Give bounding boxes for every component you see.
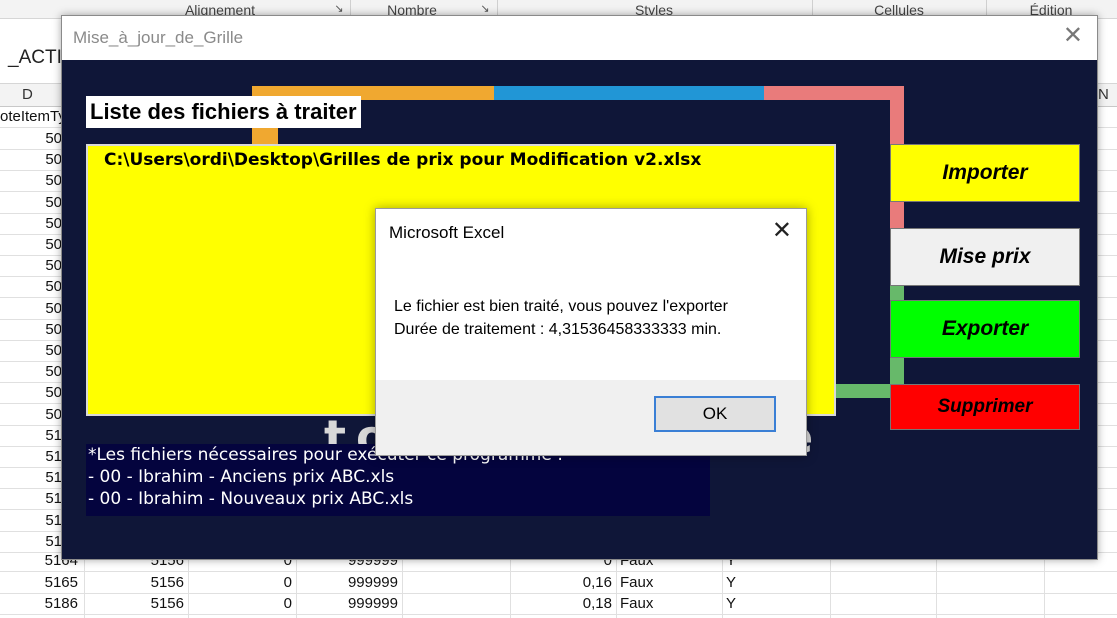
alignement-launcher-icon[interactable]: ↘ (333, 3, 345, 15)
cell[interactable]: 51 (0, 511, 62, 531)
cell[interactable]: 50 (0, 193, 62, 213)
ok-button[interactable]: OK (654, 396, 776, 432)
cell[interactable]: Y (726, 573, 736, 593)
cell[interactable]: 999999 (300, 573, 398, 593)
cell[interactable]: 5156 (90, 594, 184, 614)
cell[interactable]: 51 (0, 489, 62, 509)
message-line: Durée de traitement : 4,31536458333333 m… (394, 321, 722, 338)
cell[interactable]: Faux (620, 594, 653, 614)
column-header-d[interactable]: D (22, 86, 33, 103)
nombre-launcher-icon[interactable]: ↘ (479, 3, 491, 15)
cell[interactable]: 50 (0, 320, 62, 340)
logo-shape (494, 86, 764, 100)
message-line: Le fichier est bien traité, vous pouvez … (394, 298, 728, 315)
cell[interactable]: 50 (0, 299, 62, 319)
cell[interactable]: Faux (620, 573, 653, 593)
cell[interactable]: 50 (0, 214, 62, 234)
message-text: Le fichier est bien traité, vous pouvez … (394, 295, 728, 341)
cell[interactable]: 51 (0, 532, 62, 552)
column-header-n[interactable]: N (1098, 86, 1109, 103)
cell[interactable]: 50 (0, 341, 62, 361)
cell[interactable]: 0,18 (512, 594, 612, 614)
cell[interactable]: 51 (0, 447, 62, 467)
message-box-title: Microsoft Excel (389, 223, 505, 242)
cell[interactable]: 50 (0, 277, 62, 297)
table-row: 5165 5156 0 999999 0,16 Faux Y (0, 572, 1117, 594)
cell[interactable]: 50 (0, 129, 62, 149)
cell[interactable]: 51 (0, 426, 62, 446)
note-line: - 00 - Ibrahim - Nouveaux prix ABC.xls (88, 489, 414, 509)
cell[interactable]: 51 (0, 468, 62, 488)
cell[interactable]: 50 (0, 405, 62, 425)
cell[interactable]: 0 (190, 594, 292, 614)
header-cell[interactable]: oteItemTy (0, 107, 66, 127)
cell[interactable]: 50 (0, 362, 62, 382)
cell[interactable]: 5156 (90, 573, 184, 593)
cell[interactable]: 5186 (0, 594, 78, 614)
cell[interactable]: 50 (0, 150, 62, 170)
cell[interactable]: 50 (0, 383, 62, 403)
cell[interactable]: 999999 (300, 594, 398, 614)
export-button[interactable]: Exporter (890, 300, 1080, 358)
close-icon[interactable]: ✕ (772, 219, 792, 243)
cell[interactable]: 50 (0, 235, 62, 255)
cell[interactable]: 50 (0, 256, 62, 276)
list-label: Liste des fichiers à traiter (86, 96, 361, 128)
name-box[interactable]: _ACTI (8, 47, 62, 69)
cell[interactable]: 5165 (0, 573, 78, 593)
cell[interactable]: Y (726, 594, 736, 614)
message-box: Microsoft Excel ✕ Le fichier est bien tr… (375, 208, 807, 456)
note-line: - 00 - Ibrahim - Anciens prix ABC.xls (88, 467, 395, 487)
message-box-footer: OK (376, 380, 806, 455)
mise-prix-button[interactable]: Mise prix (890, 228, 1080, 286)
cell[interactable]: 0,16 (512, 573, 612, 593)
table-row: 5186 5156 0 999999 0,18 Faux Y (0, 593, 1117, 615)
close-icon[interactable]: ✕ (1063, 24, 1083, 48)
list-item[interactable]: C:\Users\ordi\Desktop\Grilles de prix po… (104, 150, 701, 170)
cell[interactable]: 50 (0, 171, 62, 191)
import-button[interactable]: Importer (890, 144, 1080, 202)
delete-button[interactable]: Supprimer (890, 384, 1080, 430)
cell[interactable]: 0 (190, 573, 292, 593)
userform-title: Mise_à_jour_de_Grille (73, 28, 244, 47)
logo-shape (764, 86, 904, 100)
